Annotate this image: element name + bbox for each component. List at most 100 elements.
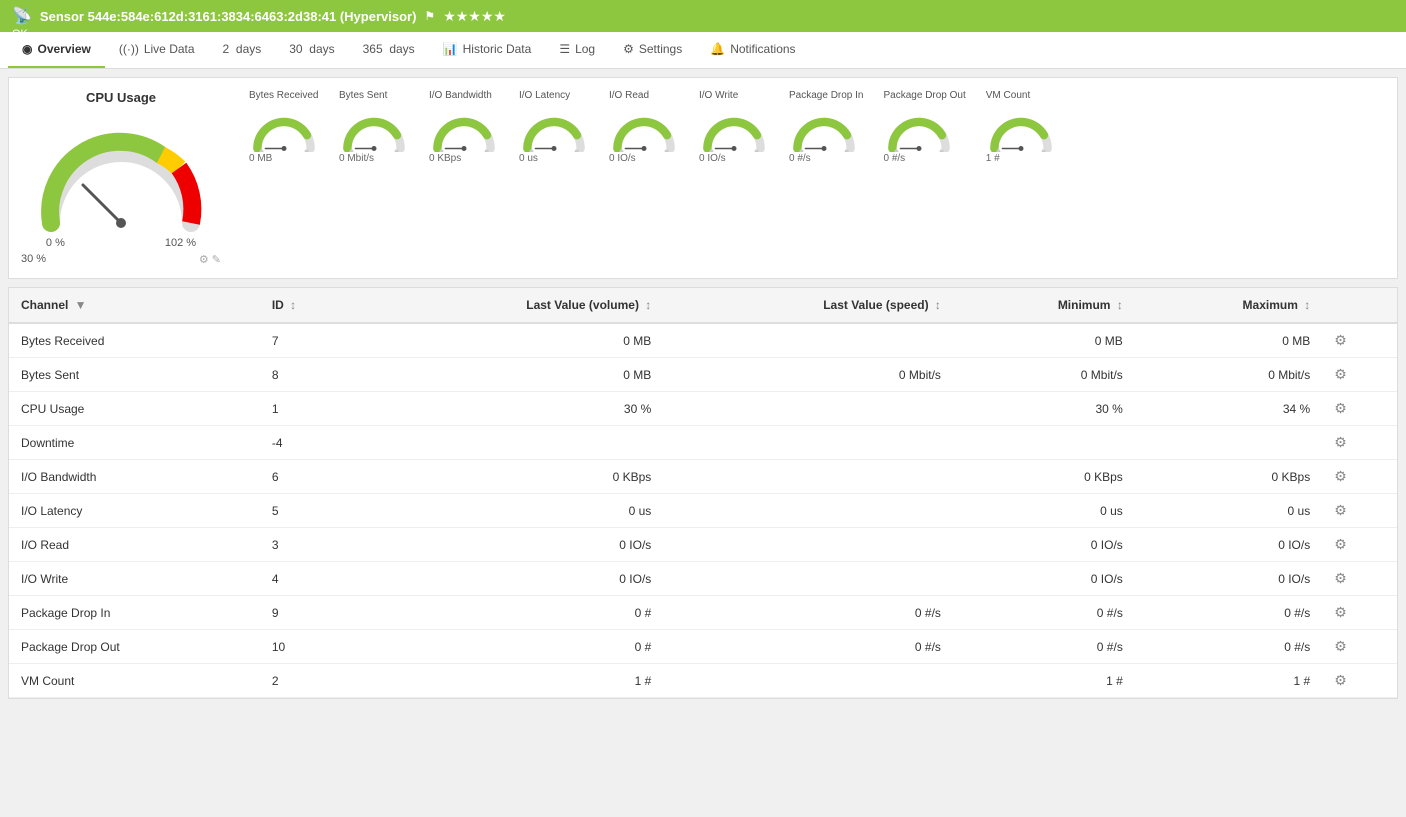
- mini-gauge-value: 0 #/s: [789, 153, 811, 164]
- cell-minimum: 0 IO/s: [953, 562, 1135, 596]
- cell-channel: I/O Read: [9, 528, 260, 562]
- cell-id: 1: [260, 392, 359, 426]
- mini-gauge-label: Bytes Sent: [339, 90, 387, 101]
- maximum-sort-icon: ↕: [1304, 298, 1310, 312]
- sensor-stars: ★★★★★: [443, 8, 506, 25]
- row-gear-icon[interactable]: ⚙: [1334, 400, 1347, 416]
- cell-id: 3: [260, 528, 359, 562]
- table-row: I/O Bandwidth60 KBps0 KBps0 KBps⚙: [9, 460, 1397, 494]
- cell-last-speed: [663, 460, 953, 494]
- row-gear-icon[interactable]: ⚙: [1334, 502, 1347, 518]
- monitor-icon: 📡: [12, 6, 32, 26]
- tab-historic[interactable]: 📊 Historic Data: [429, 32, 546, 68]
- row-gear-icon[interactable]: ⚙: [1334, 672, 1347, 688]
- cell-actions[interactable]: ⚙: [1322, 528, 1397, 562]
- cell-maximum: 0 KBps: [1135, 460, 1322, 494]
- tab-30days[interactable]: 30 days: [275, 32, 348, 68]
- mini-gauge-i-o-bandwidth: I/O Bandwidth0 KBps: [429, 90, 499, 164]
- cell-minimum: 30 %: [953, 392, 1135, 426]
- mini-gauge-label: I/O Latency: [519, 90, 570, 101]
- tab-live-data[interactable]: ((·)) Live Data: [105, 32, 209, 68]
- live-data-icon: ((·)): [119, 42, 139, 56]
- mini-gauge-value: 1 #: [986, 153, 1000, 164]
- cell-minimum: 0 MB: [953, 323, 1135, 358]
- cell-actions[interactable]: ⚙: [1322, 358, 1397, 392]
- mini-gauge-value: 0 MB: [249, 153, 272, 164]
- cell-actions[interactable]: ⚙: [1322, 630, 1397, 664]
- table-row: Bytes Received70 MB0 MB0 MB⚙: [9, 323, 1397, 358]
- monitor-flag-icon: ⚑: [424, 9, 435, 23]
- col-maximum[interactable]: Maximum ↕: [1135, 288, 1322, 323]
- cell-minimum: 0 Mbit/s: [953, 358, 1135, 392]
- cell-actions[interactable]: ⚙: [1322, 562, 1397, 596]
- cell-actions[interactable]: ⚙: [1322, 323, 1397, 358]
- table-row: Package Drop In90 #0 #/s0 #/s0 #/s⚙: [9, 596, 1397, 630]
- cell-last-vol: 0 #: [359, 596, 664, 630]
- col-last-vol[interactable]: Last Value (volume) ↕: [359, 288, 664, 323]
- cell-actions[interactable]: ⚙: [1322, 460, 1397, 494]
- cell-maximum: 0 #/s: [1135, 630, 1322, 664]
- cell-actions[interactable]: ⚙: [1322, 596, 1397, 630]
- cpu-current: 30 %: [21, 253, 46, 266]
- notifications-icon: 🔔: [710, 42, 725, 56]
- cell-id: 4: [260, 562, 359, 596]
- mini-gauge-label: VM Count: [986, 90, 1030, 101]
- tab-log-label: Log: [575, 42, 595, 56]
- cell-actions[interactable]: ⚙: [1322, 664, 1397, 698]
- tab-log[interactable]: ☰ Log: [545, 32, 609, 68]
- cell-minimum: 0 #/s: [953, 630, 1135, 664]
- tab-settings-label: Settings: [639, 42, 682, 56]
- mini-gauges-section: Bytes Received 0 MB Bytes Sent 0 Mbit/s I/O …: [249, 90, 1385, 172]
- cell-actions[interactable]: ⚙: [1322, 392, 1397, 426]
- tab-notifications[interactable]: 🔔 Notifications: [696, 32, 809, 68]
- mini-gauge-value: 0 #/s: [884, 153, 906, 164]
- settings-icon: ⚙: [623, 42, 634, 56]
- col-minimum[interactable]: Minimum ↕: [953, 288, 1135, 323]
- cell-last-vol: 30 %: [359, 392, 664, 426]
- tab-365days[interactable]: 365 days: [349, 32, 429, 68]
- cell-last-vol: 0 MB: [359, 323, 664, 358]
- cell-last-vol: 0 MB: [359, 358, 664, 392]
- tab-365days-label: 365 days: [363, 42, 415, 56]
- cell-actions[interactable]: ⚙: [1322, 426, 1397, 460]
- cell-last-vol: [359, 426, 664, 460]
- row-gear-icon[interactable]: ⚙: [1334, 604, 1347, 620]
- col-id[interactable]: ID ↕: [260, 288, 359, 323]
- mini-gauge-label: I/O Bandwidth: [429, 90, 492, 101]
- tab-2days[interactable]: 2 days: [209, 32, 276, 68]
- cell-channel: Package Drop In: [9, 596, 260, 630]
- mini-gauge-svg: [609, 103, 679, 152]
- table-row: CPU Usage130 %30 %34 %⚙: [9, 392, 1397, 426]
- row-gear-icon[interactable]: ⚙: [1334, 570, 1347, 586]
- mini-gauge-label: Bytes Received: [249, 90, 318, 101]
- tab-live-data-label: Live Data: [144, 42, 195, 56]
- row-gear-icon[interactable]: ⚙: [1334, 332, 1347, 348]
- cell-minimum: 0 #/s: [953, 596, 1135, 630]
- col-last-speed[interactable]: Last Value (speed) ↕: [663, 288, 953, 323]
- mini-gauge-value: 0 Mbit/s: [339, 153, 374, 164]
- cell-maximum: [1135, 426, 1322, 460]
- cell-last-vol: 0 IO/s: [359, 562, 664, 596]
- cell-minimum: [953, 426, 1135, 460]
- col-channel[interactable]: Channel ▼: [9, 288, 260, 323]
- row-gear-icon[interactable]: ⚙: [1334, 536, 1347, 552]
- mini-gauge-package-drop-out: Package Drop Out0 #/s: [884, 90, 966, 164]
- mini-gauge-label: I/O Write: [699, 90, 738, 101]
- cell-id: 5: [260, 494, 359, 528]
- cpu-gauge-svg: [31, 113, 211, 233]
- cell-maximum: 0 Mbit/s: [1135, 358, 1322, 392]
- gauge-settings-icon[interactable]: ⚙ ✎: [199, 253, 221, 266]
- row-gear-icon[interactable]: ⚙: [1334, 366, 1347, 382]
- log-icon: ☰: [559, 42, 570, 56]
- table-row: VM Count21 #1 #1 #⚙: [9, 664, 1397, 698]
- cell-last-speed: [663, 664, 953, 698]
- row-gear-icon[interactable]: ⚙: [1334, 434, 1347, 450]
- table-row: I/O Latency50 us0 us0 us⚙: [9, 494, 1397, 528]
- mini-gauge-value: 0 us: [519, 153, 538, 164]
- sensor-name: Sensor 544e:584e:612d:3161:3834:6463:2d3…: [40, 9, 417, 24]
- cell-actions[interactable]: ⚙: [1322, 494, 1397, 528]
- row-gear-icon[interactable]: ⚙: [1334, 468, 1347, 484]
- tab-settings[interactable]: ⚙ Settings: [609, 32, 696, 68]
- row-gear-icon[interactable]: ⚙: [1334, 638, 1347, 654]
- cell-id: 8: [260, 358, 359, 392]
